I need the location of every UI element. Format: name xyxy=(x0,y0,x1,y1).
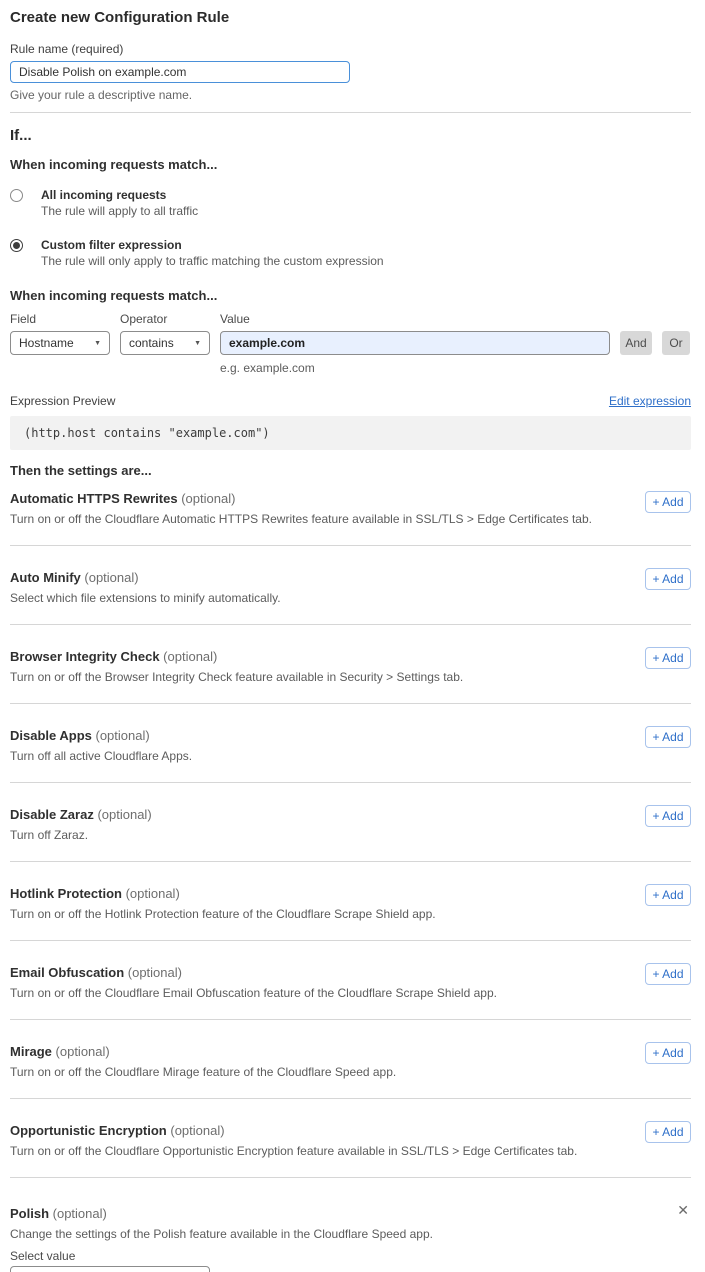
radio-button[interactable] xyxy=(10,189,23,202)
rule-name-help: Give your rule a descriptive name. xyxy=(10,88,691,102)
add-setting-button[interactable]: + Add xyxy=(645,491,691,513)
add-setting-button[interactable]: + Add xyxy=(645,568,691,590)
chevron-down-icon: ▼ xyxy=(194,340,201,347)
radio-option-custom-filter-expression[interactable]: Custom filter expression The rule will o… xyxy=(10,238,691,269)
radio-button[interactable] xyxy=(10,239,23,252)
setting-optional-tag: (optional) xyxy=(84,570,138,585)
setting-optional-tag: (optional) xyxy=(56,1044,110,1059)
expression-builder-label: When incoming requests match... xyxy=(10,288,691,303)
operator-select[interactable]: contains ▼ xyxy=(120,331,210,355)
operator-column-label: Operator xyxy=(120,312,220,326)
setting-name: Automatic HTTPS Rewrites xyxy=(10,491,178,506)
setting-optional-tag: (optional) xyxy=(128,965,182,980)
expression-builder-row: Hostname ▼ contains ▼ And Or xyxy=(10,331,691,355)
add-setting-button[interactable]: + Add xyxy=(645,805,691,827)
then-settings-heading: Then the settings are... xyxy=(10,463,691,478)
setting-description: Turn on or off the Cloudflare Opportunis… xyxy=(10,1144,691,1158)
if-heading: If... xyxy=(10,126,691,145)
setting-row: Hotlink Protection (optional) Turn on or… xyxy=(10,862,691,941)
and-button[interactable]: And xyxy=(620,331,652,355)
radio-option-description: The rule will apply to all traffic xyxy=(41,204,198,219)
incoming-requests-match-label: When incoming requests match... xyxy=(10,157,691,172)
field-column-label: Field xyxy=(10,312,120,326)
add-setting-button[interactable]: + Add xyxy=(645,1042,691,1064)
close-icon[interactable]: ✕ xyxy=(677,1203,689,1217)
value-hint: e.g. example.com xyxy=(220,361,691,375)
rule-name-input[interactable] xyxy=(10,61,350,83)
add-setting-button[interactable]: + Add xyxy=(645,884,691,906)
setting-description: Turn on or off the Cloudflare Email Obfu… xyxy=(10,986,691,1000)
radio-option-label: Custom filter expression xyxy=(41,238,384,253)
setting-name: Mirage xyxy=(10,1044,52,1059)
setting-description: Turn on or off the Browser Integrity Che… xyxy=(10,670,691,684)
radio-option-all-incoming-requests[interactable]: All incoming requests The rule will appl… xyxy=(10,188,691,219)
setting-name: Disable Apps xyxy=(10,728,92,743)
or-button[interactable]: Or xyxy=(662,331,690,355)
setting-row: Mirage (optional) Turn on or off the Clo… xyxy=(10,1020,691,1099)
setting-description: Turn on or off the Cloudflare Automatic … xyxy=(10,512,691,526)
setting-description: Change the settings of the Polish featur… xyxy=(10,1227,691,1241)
setting-description: Turn off all active Cloudflare Apps. xyxy=(10,749,691,763)
setting-row: Disable Zaraz (optional) Turn off Zaraz.… xyxy=(10,783,691,862)
radio-option-label: All incoming requests xyxy=(41,188,198,203)
field-select[interactable]: Hostname ▼ xyxy=(10,331,110,355)
add-setting-button[interactable]: + Add xyxy=(645,1121,691,1143)
select-value-label: Select value xyxy=(10,1250,691,1263)
add-setting-button[interactable]: + Add xyxy=(645,726,691,748)
page-title: Create new Configuration Rule xyxy=(10,8,691,28)
setting-name: Email Obfuscation xyxy=(10,965,124,980)
setting-row: Browser Integrity Check (optional) Turn … xyxy=(10,625,691,704)
value-column-label: Value xyxy=(220,312,250,326)
section-divider xyxy=(10,112,691,113)
setting-name: Hotlink Protection xyxy=(10,886,122,901)
settings-list: Automatic HTTPS Rewrites (optional) Turn… xyxy=(10,478,691,1178)
setting-optional-tag: (optional) xyxy=(170,1123,224,1138)
setting-name: Opportunistic Encryption xyxy=(10,1123,167,1138)
value-input[interactable] xyxy=(220,331,610,355)
setting-name: Disable Zaraz xyxy=(10,807,94,822)
setting-optional-tag: (optional) xyxy=(163,649,217,664)
setting-row: Opportunistic Encryption (optional) Turn… xyxy=(10,1099,691,1178)
chevron-down-icon: ▼ xyxy=(94,340,101,347)
setting-row: Auto Minify (optional) Select which file… xyxy=(10,546,691,625)
setting-optional-tag: (optional) xyxy=(96,728,150,743)
setting-description: Turn on or off the Cloudflare Mirage fea… xyxy=(10,1065,691,1079)
setting-optional-tag: (optional) xyxy=(97,807,151,822)
setting-description: Turn off Zaraz. xyxy=(10,828,691,842)
polish-value-select[interactable]: Off ▼ xyxy=(10,1266,210,1272)
match-type-radio-group: All incoming requests The rule will appl… xyxy=(10,188,691,269)
radio-option-description: The rule will only apply to traffic matc… xyxy=(41,254,384,269)
setting-optional-tag: (optional) xyxy=(126,886,180,901)
setting-row: Email Obfuscation (optional) Turn on or … xyxy=(10,941,691,1020)
setting-name: Auto Minify xyxy=(10,570,81,585)
expression-preview-label: Expression Preview xyxy=(10,394,115,408)
setting-row: Automatic HTTPS Rewrites (optional) Turn… xyxy=(10,478,691,546)
expression-preview-code: (http.host contains "example.com") xyxy=(10,416,691,450)
configuration-rule-form: Create new Configuration Rule Rule name … xyxy=(0,0,705,1272)
rule-name-label: Rule name (required) xyxy=(10,42,691,56)
setting-optional-tag: (optional) xyxy=(53,1206,107,1221)
field-select-value: Hostname xyxy=(19,336,74,350)
setting-optional-tag: (optional) xyxy=(181,491,235,506)
setting-name: Browser Integrity Check xyxy=(10,649,160,664)
edit-expression-link[interactable]: Edit expression xyxy=(609,394,691,408)
add-setting-button[interactable]: + Add xyxy=(645,963,691,985)
setting-row-polish: ✕ Polish (optional) Change the settings … xyxy=(10,1178,691,1272)
operator-select-value: contains xyxy=(129,336,174,350)
add-setting-button[interactable]: + Add xyxy=(645,647,691,669)
setting-row: Disable Apps (optional) Turn off all act… xyxy=(10,704,691,783)
setting-description: Select which file extensions to minify a… xyxy=(10,591,691,605)
setting-name: Polish xyxy=(10,1206,49,1221)
setting-description: Turn on or off the Hotlink Protection fe… xyxy=(10,907,691,921)
